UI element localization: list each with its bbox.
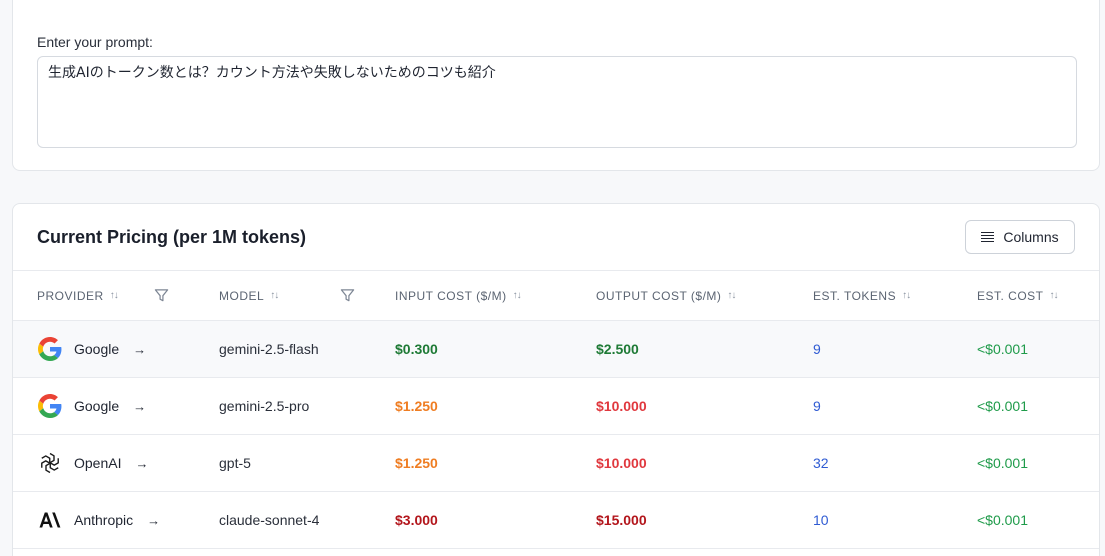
table-row: OpenAI → gpt-5 $1.250 $10.000 32 <$0.001 (13, 435, 1099, 492)
sort-icon[interactable]: ↑↓ (902, 290, 911, 301)
list-icon (981, 231, 995, 243)
cell-est-cost: <$0.001 (977, 455, 1028, 471)
header-est-cost[interactable]: EST. COST ↑↓ (977, 270, 1099, 321)
cell-provider: Google → (13, 378, 219, 435)
arrow-right-icon: → (133, 398, 147, 414)
header-est-tokens[interactable]: EST. TOKENS ↑↓ (813, 270, 977, 321)
provider-name: Google (74, 341, 120, 357)
sort-icon[interactable]: ↑↓ (110, 290, 119, 301)
pricing-table: PROVIDER ↑↓ MODEL ↑↓ INPUT COST ($/M) ↑↓… (13, 270, 1099, 549)
cell-output-cost: $10.000 (596, 455, 647, 471)
header-output-cost[interactable]: OUTPUT COST ($/M) ↑↓ (596, 270, 813, 321)
table-header-row: PROVIDER ↑↓ MODEL ↑↓ INPUT COST ($/M) ↑↓… (13, 270, 1099, 321)
provider-link[interactable]: OpenAI → (37, 450, 219, 476)
sort-icon[interactable]: ↑↓ (727, 290, 736, 301)
sort-icon[interactable]: ↑↓ (513, 290, 522, 301)
columns-button[interactable]: Columns (965, 220, 1075, 254)
sort-icon[interactable]: ↑↓ (1050, 290, 1059, 301)
cell-model: gemini-2.5-flash (219, 341, 319, 357)
cell-input-cost: $3.000 (395, 512, 438, 528)
cell-output-cost: $10.000 (596, 398, 647, 414)
sort-icon[interactable]: ↑↓ (270, 290, 279, 301)
provider-name: Google (74, 398, 120, 414)
pricing-title: Current Pricing (per 1M tokens) (37, 227, 307, 247)
cell-input-cost: $1.250 (395, 398, 438, 414)
cell-provider: Google → (13, 321, 219, 378)
columns-button-label: Columns (1003, 229, 1059, 245)
provider-link[interactable]: Google → (37, 336, 219, 362)
header-input-cost-label: INPUT COST ($/M) (395, 288, 507, 303)
cell-model: gpt-5 (219, 455, 251, 471)
header-model[interactable]: MODEL ↑↓ (219, 270, 395, 321)
table-row: Anthropic → claude-sonnet-4 $3.000 $15.00… (13, 492, 1099, 549)
provider-name: Anthropic (74, 512, 134, 528)
filter-icon[interactable] (154, 288, 169, 303)
anthropic-icon (37, 507, 63, 533)
cell-model: claude-sonnet-4 (219, 512, 320, 528)
header-provider-label: PROVIDER (37, 288, 104, 303)
cell-input-cost: $1.250 (395, 455, 438, 471)
table-row: Google → gemini-2.5-flash $0.300 $2.500 9… (13, 320, 1099, 378)
cell-provider: OpenAI → (13, 435, 219, 492)
cell-est-tokens: 10 (813, 512, 829, 528)
header-est-cost-label: EST. COST (977, 288, 1044, 303)
header-model-label: MODEL (219, 288, 265, 303)
prompt-card: Enter your prompt: 生成AIのトークン数とは？カウント方法や失… (12, 0, 1100, 171)
cell-output-cost: $15.000 (596, 512, 647, 528)
arrow-right-icon: → (147, 512, 161, 528)
provider-name: OpenAI (74, 455, 122, 471)
cell-est-tokens: 9 (813, 398, 821, 414)
filter-icon[interactable] (340, 288, 355, 303)
header-est-tokens-label: EST. TOKENS (813, 288, 897, 303)
table-row: Google → gemini-2.5-pro $1.250 $10.000 9 … (13, 378, 1099, 435)
cell-est-tokens: 32 (813, 455, 829, 471)
cell-output-cost: $2.500 (596, 341, 639, 357)
prompt-label: Enter your prompt: (37, 34, 153, 50)
header-input-cost[interactable]: INPUT COST ($/M) ↑↓ (395, 270, 596, 321)
cell-est-cost: <$0.001 (977, 341, 1028, 357)
provider-link[interactable]: Google → (37, 393, 219, 419)
arrow-right-icon: → (135, 455, 149, 471)
openai-icon (37, 450, 63, 476)
header-output-cost-label: OUTPUT COST ($/M) (596, 288, 722, 303)
cell-est-cost: <$0.001 (977, 398, 1028, 414)
google-icon (37, 336, 63, 362)
arrow-right-icon: → (133, 341, 147, 357)
cell-model: gemini-2.5-pro (219, 398, 310, 414)
cell-est-cost: <$0.001 (977, 512, 1028, 528)
pricing-card: Current Pricing (per 1M tokens) Columns … (12, 203, 1100, 556)
google-icon (37, 393, 63, 419)
prompt-input[interactable]: 生成AIのトークン数とは？カウント方法や失敗しないためのコツも紹介 (37, 56, 1077, 148)
cell-provider: Anthropic → (13, 492, 219, 549)
cell-input-cost: $0.300 (395, 341, 438, 357)
provider-link[interactable]: Anthropic → (37, 507, 219, 533)
cell-est-tokens: 9 (813, 341, 821, 357)
header-provider[interactable]: PROVIDER ↑↓ (13, 270, 219, 321)
